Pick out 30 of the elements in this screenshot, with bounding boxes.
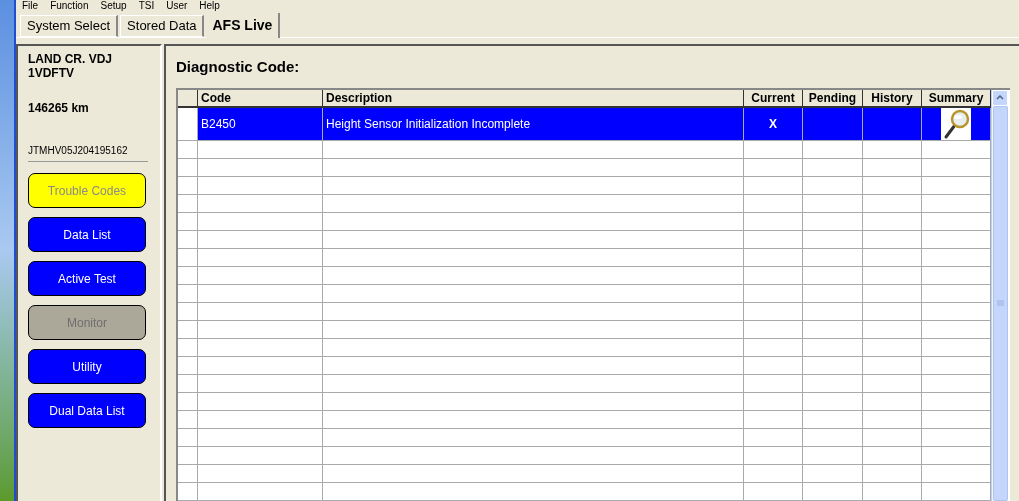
scroll-up-button[interactable]: [992, 89, 1008, 106]
table-cell-text: Height Sensor Initialization Incomplete: [326, 115, 531, 133]
column-header: Pending: [803, 89, 863, 106]
odometer-reading: 146265 km: [28, 100, 90, 117]
caret-up-icon: [996, 95, 1004, 100]
engine-code: 1VDFTV: [28, 66, 75, 80]
vehicle-model: LAND CR. VDJ: [28, 52, 113, 66]
menu-item[interactable]: Function: [50, 1, 89, 11]
vin-number: JTMHV05J204195162: [28, 143, 148, 162]
menu-item[interactable]: Setup: [100, 1, 127, 11]
column-header: History: [863, 89, 922, 106]
tab[interactable]: Stored Data: [120, 15, 205, 37]
column-header: Current: [744, 89, 803, 106]
menu-item[interactable]: User: [166, 1, 188, 11]
column-header: Description: [323, 89, 744, 106]
magnifier-icon[interactable]: [941, 107, 971, 140]
tab[interactable]: AFS Live: [206, 13, 281, 38]
column-header: Code: [198, 89, 323, 106]
menu-item[interactable]: File: [22, 1, 39, 11]
table-row[interactable]: B2450 Height Sensor Initialization Incomplete X: [178, 107, 991, 141]
nav-button[interactable]: Utility: [28, 349, 146, 384]
menu-item[interactable]: TSI: [138, 1, 155, 11]
nav-button[interactable]: Data List: [28, 217, 146, 252]
table-cell-text: B2450: [201, 115, 236, 133]
table-cell-text: X: [769, 115, 777, 133]
menu-item[interactable]: Help: [199, 1, 220, 11]
nav-button[interactable]: Active Test: [28, 261, 146, 296]
section-title: Diagnostic Code:: [176, 57, 301, 77]
nav-button[interactable]: Dual Data List: [28, 393, 146, 428]
tab[interactable]: System Select: [20, 15, 119, 37]
